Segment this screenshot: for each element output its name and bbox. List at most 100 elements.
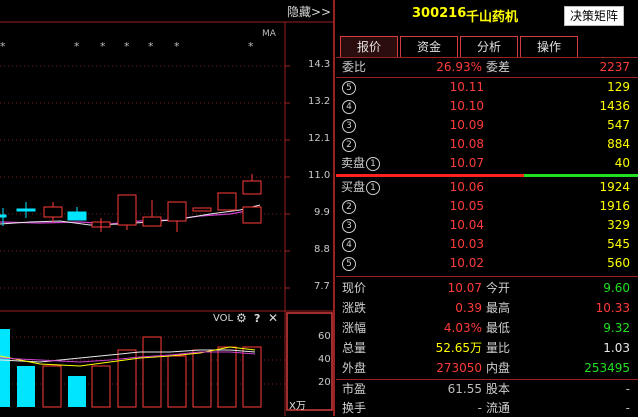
quote-row: 市盈 61.55 股本 - <box>338 380 634 398</box>
marker-star: * <box>74 40 80 53</box>
bid-ask-bar-buy <box>524 174 638 177</box>
ask-volume: 547 <box>607 118 630 132</box>
price-tick: 12.1 <box>308 133 331 144</box>
quote-value: 9.60 <box>603 281 630 295</box>
tab-analysis[interactable]: 分析 <box>460 36 518 57</box>
bid-label: 买盘 <box>341 180 366 194</box>
quote-value: 9.32 <box>603 321 630 335</box>
ask-price: 10.08 <box>449 137 484 151</box>
level-badge: 3 <box>342 218 356 233</box>
close-icon[interactable]: ✕ <box>268 311 278 325</box>
ask-row[interactable]: 4 10.10 1436 <box>338 97 634 115</box>
price-tick: 9.9 <box>314 207 330 218</box>
bid-row[interactable]: 4 10.03 545 <box>338 235 634 253</box>
ask-label: 卖盘 <box>341 156 366 170</box>
quote-value: 61.55 <box>447 382 482 396</box>
ask-row[interactable]: 2 10.08 884 <box>338 135 634 153</box>
price-tick: 7.7 <box>314 281 330 292</box>
bid-price: 10.04 <box>449 218 484 232</box>
bid-volume: 1916 <box>599 199 630 213</box>
vol-label: VOL <box>213 313 234 324</box>
hide-panel-button[interactable]: 隐藏>> <box>287 3 331 20</box>
quote-label: 市盈 <box>342 382 367 396</box>
tab-quote[interactable]: 报价 <box>340 36 398 57</box>
marker-star: * <box>174 40 180 53</box>
quote-value: 10.07 <box>447 281 482 295</box>
bid-volume: 329 <box>607 218 630 232</box>
ratio-label: 委比 <box>342 60 367 74</box>
quote-label: 涨幅 <box>342 321 367 335</box>
vol-tick: 40 <box>318 354 331 365</box>
quote-value: 273050 <box>436 361 482 375</box>
quote-label: 涨跌 <box>342 301 367 315</box>
tab-funds[interactable]: 资金 <box>400 36 458 57</box>
vol-tick: 60 <box>318 331 331 342</box>
quote-row: 涨跌 0.39 最高 10.33 <box>338 299 634 317</box>
ratio-value: 26.93% <box>436 60 482 74</box>
ask-price: 10.10 <box>449 99 484 113</box>
gear-icon[interactable]: ⚙ <box>236 311 247 325</box>
bid-ask-bar-sell <box>336 174 524 177</box>
diff-value: 2237 <box>599 60 630 74</box>
marker-star: * <box>100 40 106 53</box>
stock-name: 千山药机 <box>466 10 519 25</box>
quote-row: 总量 52.65万 量比 1.03 <box>338 339 634 357</box>
vol-unit: X万 <box>289 401 306 412</box>
quote-label: 最高 <box>486 301 511 315</box>
marker-star: * <box>0 40 6 53</box>
level-badge: 1 <box>366 156 381 171</box>
ratio-row: 委比 26.93% 委差 2237 <box>338 58 634 76</box>
ask-volume: 129 <box>607 80 630 94</box>
quote-value: 4.03% <box>443 321 482 335</box>
quote-value: - <box>625 382 630 396</box>
quote-label: 量比 <box>486 341 511 355</box>
quote-value: 0.39 <box>455 301 482 315</box>
vol-tick: 20 <box>318 377 331 388</box>
quote-label: 今开 <box>486 281 511 295</box>
level-badge: 1 <box>366 180 381 195</box>
marker-star: * <box>248 40 254 53</box>
bid-row[interactable]: 3 10.04 329 <box>338 216 634 234</box>
level-badge: 3 <box>342 118 356 133</box>
quote-row: 换手 - 流通 - <box>338 399 634 417</box>
price-tick: 14.3 <box>308 59 331 70</box>
ask-row[interactable]: 5 10.11 129 <box>338 78 634 96</box>
bid-row[interactable]: 5 10.02 560 <box>338 254 634 272</box>
bid-price: 10.05 <box>449 199 484 213</box>
quote-label: 现价 <box>342 281 367 295</box>
level-badge: 2 <box>342 199 356 214</box>
bid-price: 10.02 <box>449 256 484 270</box>
ask-price: 10.07 <box>449 156 484 170</box>
ask-row[interactable]: 卖盘 1 10.07 40 <box>338 154 634 172</box>
quote-value: 52.65万 <box>435 341 482 355</box>
quote-label: 总量 <box>342 341 367 355</box>
level-badge: 2 <box>342 137 356 152</box>
ask-row[interactable]: 3 10.09 547 <box>338 116 634 134</box>
ask-price: 10.11 <box>449 80 484 94</box>
marker-star: * <box>124 40 130 53</box>
quote-label: 外盘 <box>342 361 367 375</box>
help-icon[interactable]: ? <box>254 312 260 325</box>
quote-label: 换手 <box>342 401 367 415</box>
level-badge: 4 <box>342 99 356 114</box>
price-tick: 13.2 <box>308 96 331 107</box>
kline-chart[interactable]: * * * * * * * MA 隐藏>> 14.3 13.2 12.1 11.… <box>0 0 335 416</box>
quote-label: 内盘 <box>486 361 511 375</box>
quote-value: 1.03 <box>603 341 630 355</box>
tab-operation[interactable]: 操作 <box>520 36 578 57</box>
bid-row[interactable]: 买盘 1 10.06 1924 <box>338 178 634 196</box>
price-tick: 8.8 <box>314 244 330 255</box>
level-badge: 5 <box>342 80 356 95</box>
level-badge: 4 <box>342 237 356 252</box>
bid-price: 10.06 <box>449 180 484 194</box>
stock-code: 300216 <box>412 6 467 21</box>
ma-label: MA <box>262 29 276 39</box>
bid-row[interactable]: 2 10.05 1916 <box>338 197 634 215</box>
ask-volume: 884 <box>607 137 630 151</box>
bid-volume: 560 <box>607 256 630 270</box>
quote-row: 外盘 273050 内盘 253495 <box>338 359 634 377</box>
diff-label: 委差 <box>486 60 511 74</box>
chart-frame <box>0 0 335 416</box>
decision-matrix-button[interactable]: 决策矩阵 <box>564 6 624 26</box>
bid-price: 10.03 <box>449 237 484 251</box>
